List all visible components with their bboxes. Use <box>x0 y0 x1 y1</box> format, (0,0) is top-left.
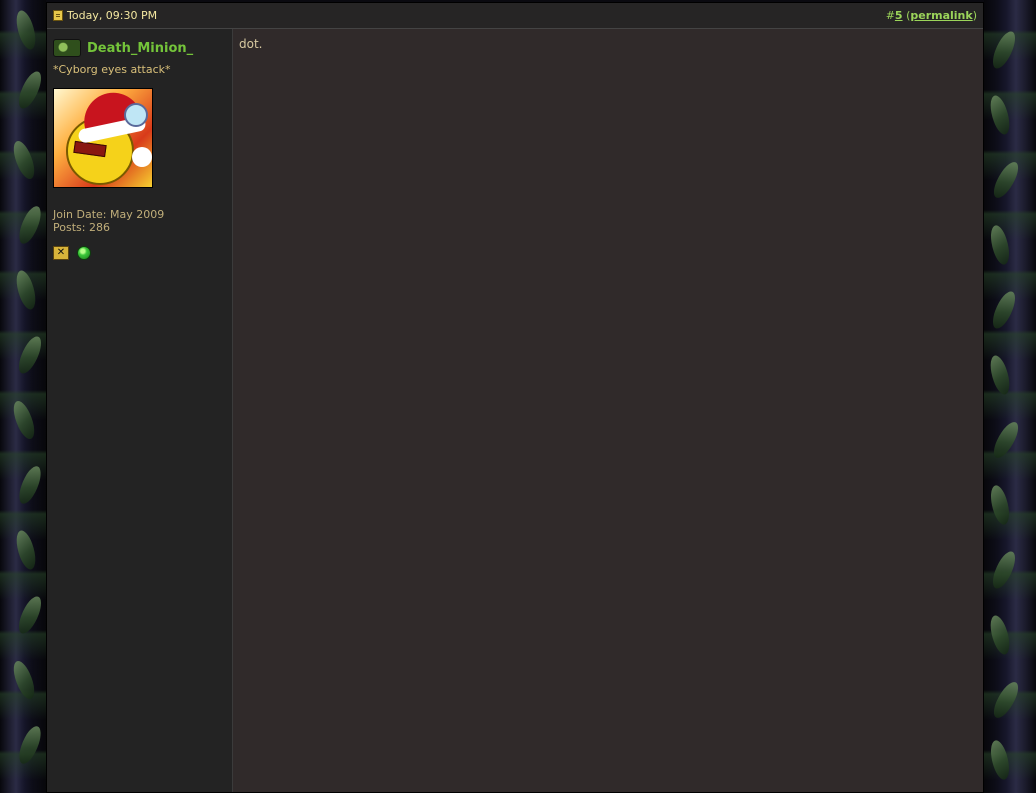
right-vine-border <box>984 0 1036 793</box>
user-badge-icon <box>53 39 81 57</box>
permalink-link[interactable]: permalink <box>910 9 972 22</box>
post-icon <box>53 10 63 21</box>
forum-post: Today, 09:30 PM #5 (permalink) Death_Min… <box>46 2 984 793</box>
join-date: Join Date: May 2009 <box>53 208 165 221</box>
reputation-icon[interactable] <box>77 246 91 260</box>
post-message: dot. <box>239 37 263 51</box>
post-content: dot. <box>233 29 983 792</box>
username-link[interactable]: Death_Minion_ <box>87 41 193 56</box>
status-icons: ✕ <box>53 246 226 260</box>
left-vine-border <box>0 0 46 793</box>
post-number-prefix: # <box>885 9 895 22</box>
offline-status-icon[interactable]: ✕ <box>53 246 69 260</box>
post-date-area: Today, 09:30 PM <box>53 9 157 22</box>
post-date: Today, 09:30 PM <box>67 9 158 22</box>
post-count: Posts: 286 <box>53 221 110 234</box>
post-number-area: #5 (permalink) <box>886 9 977 22</box>
post-number-link[interactable]: 5 <box>895 9 903 22</box>
user-title: *Cyborg eyes attack* <box>53 63 171 76</box>
user-sidebar: Death_Minion_ *Cyborg eyes attack* Join … <box>47 29 233 792</box>
user-row: Death_Minion_ <box>53 39 226 57</box>
post-body: Death_Minion_ *Cyborg eyes attack* Join … <box>47 29 983 792</box>
permalink-close: ) <box>972 9 977 22</box>
user-meta: Join Date: May 2009 Posts: 286 <box>53 208 226 234</box>
user-avatar[interactable] <box>53 88 153 188</box>
post-header: Today, 09:30 PM #5 (permalink) <box>47 3 983 29</box>
